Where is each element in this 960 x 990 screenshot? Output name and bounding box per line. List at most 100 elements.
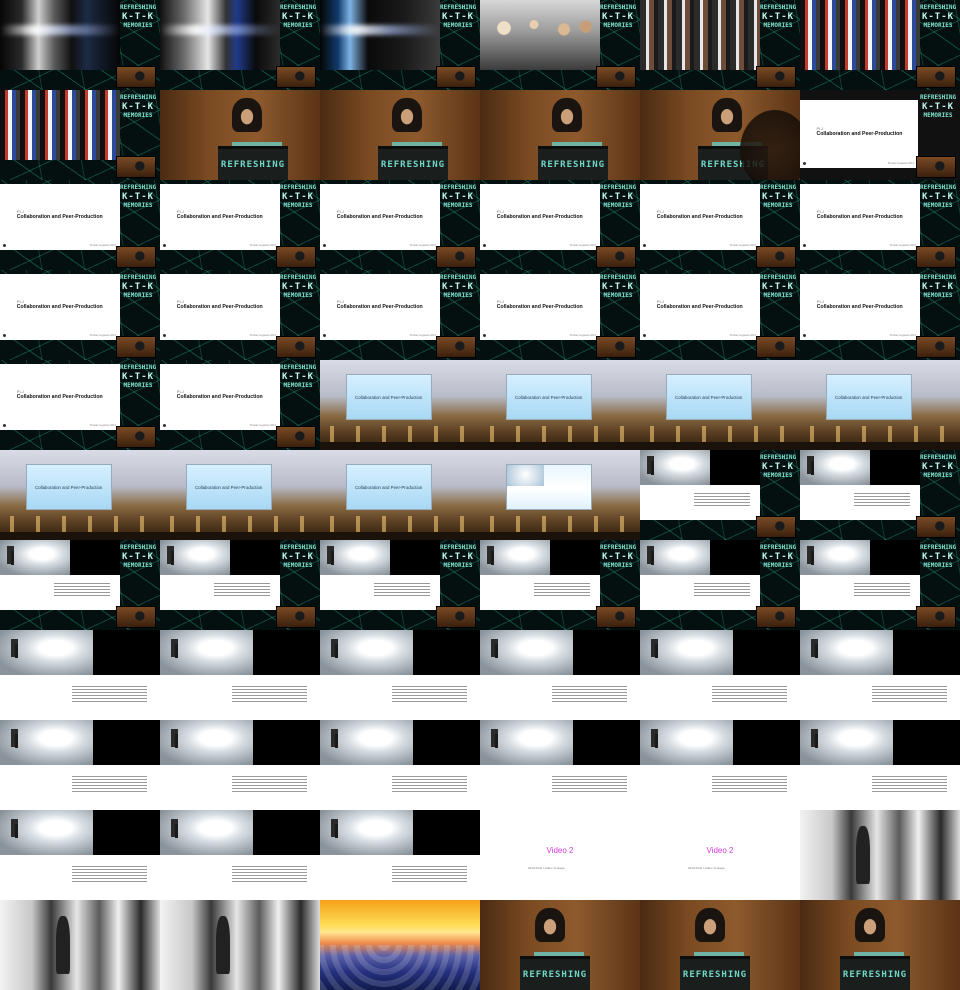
thumbnail: REFRESHING: [480, 900, 640, 990]
umbrella-photo: [640, 450, 710, 485]
speaker-person: [695, 908, 725, 942]
brand-line: REFRESHING: [920, 544, 957, 551]
caption-text: [392, 685, 468, 704]
slide-footer: Prosaic Legacies 2013: [249, 424, 276, 427]
slide-kicker: PLJ: [816, 125, 824, 131]
black-panel: [892, 720, 960, 765]
speaker-inset: [116, 246, 156, 268]
brand-logo: REFRESHING K‑T‑K MEMORIES: [440, 4, 476, 30]
speaker-inset: [276, 336, 316, 358]
umbrella-photo: [0, 630, 93, 675]
slide-footer: Prosaic Legacies 2013: [89, 424, 116, 427]
thumbnail: PLJ Collaboration and Peer-Production Pros…: [320, 270, 480, 360]
brand-logo: REFRESHING K‑T‑K MEMORIES: [920, 544, 956, 570]
thumbnail: REFRESHING K‑T‑K MEMORIES: [640, 540, 800, 630]
black-panel: [732, 720, 800, 765]
caption-text: [392, 865, 468, 884]
slide-footer: Prosaic Legacies 2013: [409, 334, 436, 337]
podium: REFRESHING: [698, 146, 768, 180]
thumbnail: Collaboration and Peer-Production: [320, 360, 480, 450]
brand-line: K‑T‑K: [281, 372, 315, 382]
thumbnail: [320, 810, 480, 900]
thumbnail: PLJ Collaboration and Peer-Production Pros…: [800, 180, 960, 270]
brand-line: K‑T‑K: [921, 282, 955, 292]
umbrella-photo: [480, 720, 573, 765]
brand-line: REFRESHING: [440, 184, 477, 191]
slide-footer: Prosaic Legacies 2013: [889, 244, 916, 247]
street-image: [320, 0, 440, 70]
stage-lights: [320, 516, 480, 532]
brand-logo: REFRESHING K‑T‑K MEMORIES: [760, 544, 796, 570]
caption-text: [232, 685, 308, 704]
brand-line: MEMORIES: [443, 22, 473, 29]
brand-line: MEMORIES: [923, 472, 953, 479]
thumbnail: PLJ Collaboration and Peer-Production Pros…: [0, 180, 160, 270]
screen-title: Collaboration and Peer-Production: [355, 395, 423, 400]
thumbnail: Collaboration and Peer-Production: [800, 360, 960, 450]
speaker-inset: [756, 606, 796, 628]
brand-line: K‑T‑K: [281, 12, 315, 22]
brand-line: K‑T‑K: [761, 552, 795, 562]
speaker-inset: [916, 516, 956, 538]
video-title: Video 2: [546, 846, 574, 855]
split-slide: [160, 540, 280, 610]
slide-kicker: PLJ: [176, 209, 184, 215]
stage-lights: [480, 516, 640, 532]
brand-line: MEMORIES: [923, 292, 953, 299]
brand-logo: REFRESHING K‑T‑K MEMORIES: [760, 184, 796, 210]
thumbnail: [800, 630, 960, 720]
thumbnail: [0, 630, 160, 720]
slide-kicker: PLJ: [496, 299, 504, 305]
caption-text: [374, 583, 431, 598]
brand-line: K‑T‑K: [121, 552, 155, 562]
brand-line: REFRESHING: [440, 274, 477, 281]
speaker-inset: [276, 606, 316, 628]
brand-logo: REFRESHING K‑T‑K MEMORIES: [440, 274, 476, 300]
umbrella-photo: [480, 540, 550, 575]
brand-logo: REFRESHING K‑T‑K MEMORIES: [920, 454, 956, 480]
brand-line: K‑T‑K: [921, 462, 955, 472]
thumbnail: REFRESHING: [320, 90, 480, 180]
brand-line: K‑T‑K: [761, 12, 795, 22]
split-slide: [160, 720, 320, 810]
split-slide: [800, 540, 920, 610]
brand-line: REFRESHING: [920, 184, 957, 191]
speaker-inset: [596, 246, 636, 268]
brand-line: MEMORIES: [123, 292, 153, 299]
thumbnail: REFRESHING K‑T‑K MEMORIES: [160, 0, 320, 90]
slide-title: Collaboration and Peer-Production: [16, 214, 103, 221]
slide-footer: Prosaic Legacies 2013: [887, 162, 914, 165]
brand-logo: REFRESHING K‑T‑K MEMORIES: [760, 4, 796, 30]
brand-logo: REFRESHING K‑T‑K MEMORIES: [600, 4, 636, 30]
projection-screen: [506, 464, 592, 510]
black-panel: [69, 540, 120, 575]
slide: PLJ Collaboration and Peer-Production Pros…: [0, 184, 120, 250]
split-slide: [160, 630, 320, 720]
caption-text: [694, 583, 751, 598]
slide-kicker: PLJ: [16, 389, 24, 395]
brand-line: MEMORIES: [123, 562, 153, 569]
caption-text: [854, 583, 911, 598]
thumbnail: PLJ Collaboration and Peer-Production Pros…: [480, 270, 640, 360]
brand-line: MEMORIES: [443, 292, 473, 299]
brand-logo: REFRESHING K‑T‑K MEMORIES: [120, 4, 156, 30]
projection-screen: Collaboration and Peer-Production: [506, 374, 592, 420]
projection-screen: Collaboration and Peer-Production: [666, 374, 752, 420]
brand-line: MEMORIES: [443, 202, 473, 209]
slide: PLJ Collaboration and Peer-Production Pros…: [160, 364, 280, 430]
screen-title: Collaboration and Peer-Production: [515, 395, 583, 400]
slide-title: Collaboration and Peer-Production: [496, 304, 583, 311]
podium: REFRESHING: [218, 146, 288, 180]
caption-text: [72, 865, 148, 884]
slide-title: Collaboration and Peer-Production: [816, 214, 903, 221]
projection-screen: Collaboration and Peer-Production: [826, 374, 912, 420]
umbrella-photo: [160, 630, 253, 675]
brand-line: REFRESHING: [120, 94, 157, 101]
podium: REFRESHING: [538, 146, 608, 180]
slide: PLJ Collaboration and Peer-Production Pros…: [640, 274, 760, 340]
brand-logo: REFRESHING K‑T‑K MEMORIES: [920, 274, 956, 300]
thumbnail: [0, 810, 160, 900]
thumbnail: [160, 900, 320, 990]
umbrella-photo: [640, 720, 733, 765]
thumbnail: PLJ Collaboration and Peer-Production Pros…: [160, 270, 320, 360]
